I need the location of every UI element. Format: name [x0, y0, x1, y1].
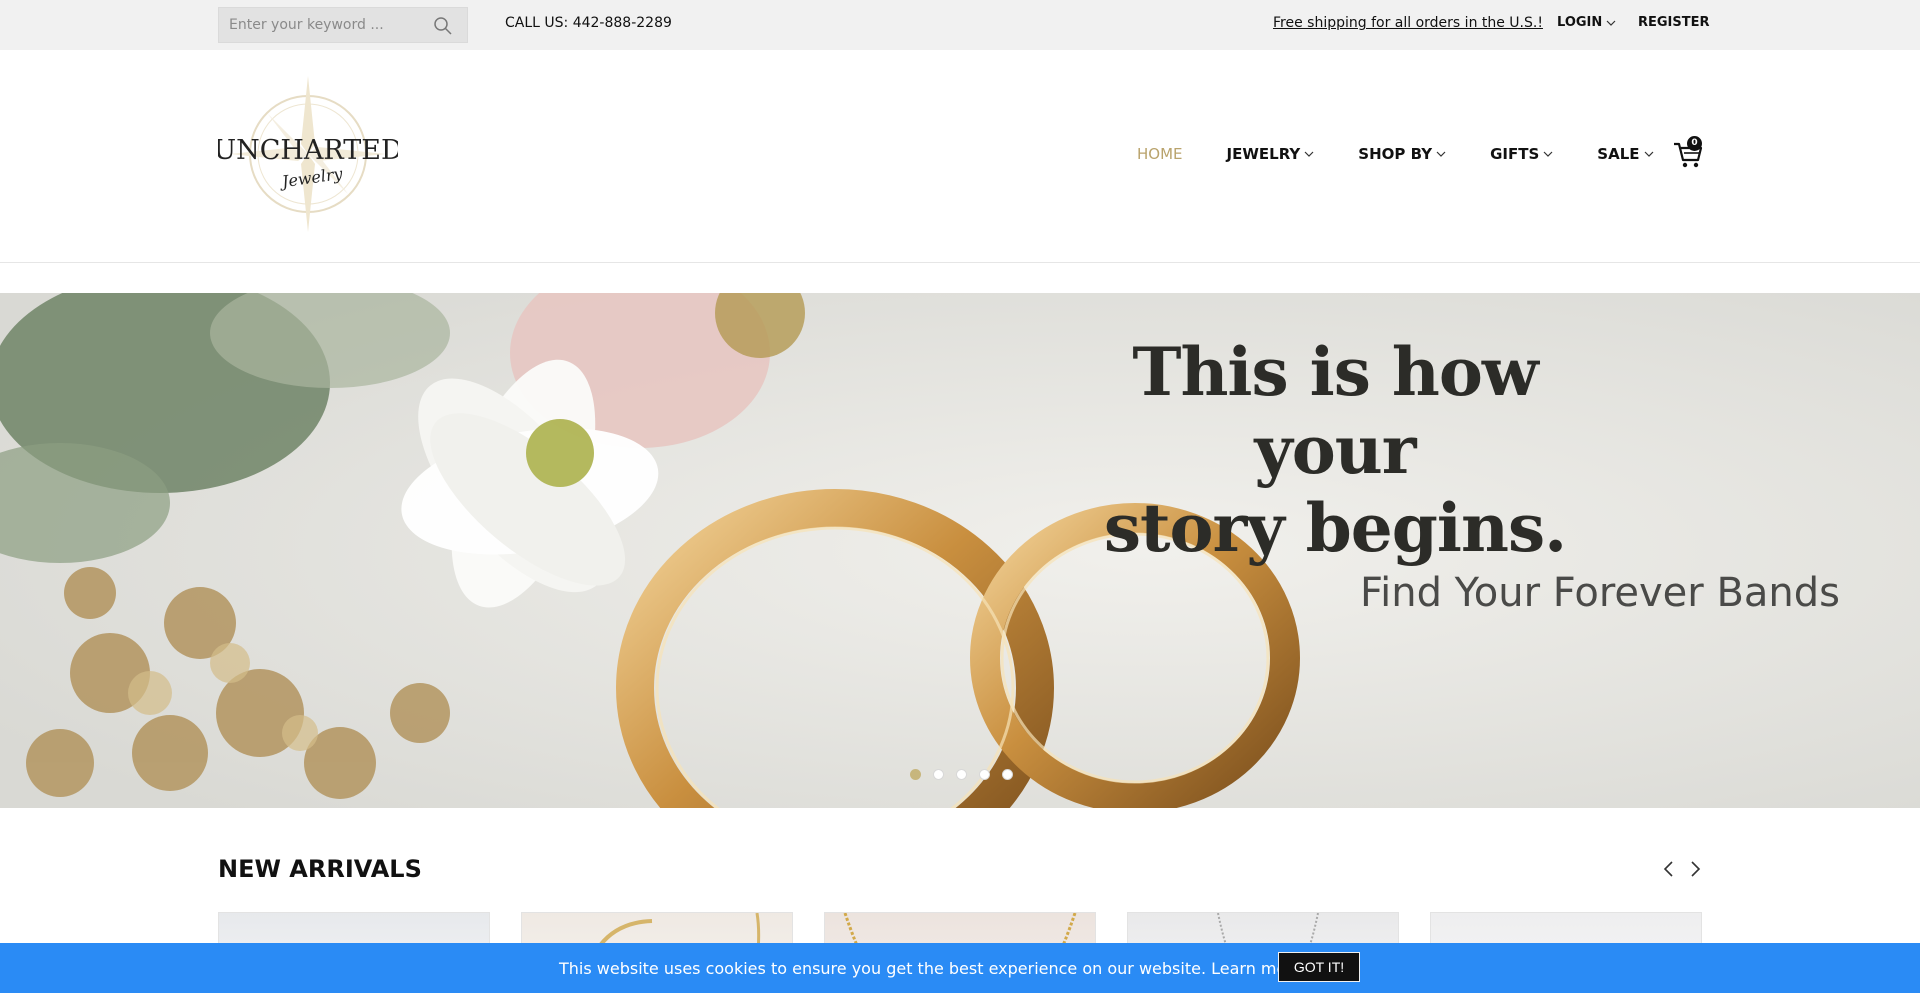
nav-item-home[interactable]: HOME — [1137, 145, 1183, 163]
slider-dot[interactable] — [910, 769, 921, 780]
chevron-down-icon — [1304, 151, 1314, 157]
hero-title-line-2: story begins. — [1103, 489, 1567, 567]
hero-title: This is how your story begins. — [1050, 333, 1620, 567]
search-icon[interactable] — [433, 16, 453, 36]
chevron-left-icon[interactable] — [1660, 860, 1678, 878]
chevron-right-icon[interactable] — [1686, 860, 1704, 878]
new-arrivals-heading: NEW ARRIVALS — [218, 855, 422, 883]
login-label: LOGIN — [1557, 15, 1603, 30]
cart-count-badge: 0 — [1687, 136, 1702, 151]
hero-subtitle: Find Your Forever Bands — [1360, 570, 1840, 616]
nav-item-shop-by[interactable]: SHOP BY — [1358, 145, 1446, 163]
hero-banner[interactable]: This is how your story begins. Find Your… — [0, 293, 1920, 808]
chevron-down-icon — [1436, 151, 1446, 157]
nav-label: JEWELRY — [1226, 145, 1301, 163]
nav-item-sale[interactable]: SALE — [1597, 145, 1653, 163]
search-input[interactable] — [229, 14, 419, 36]
cookie-banner: This website uses cookies to ensure you … — [0, 943, 1920, 993]
chevron-down-icon — [1644, 151, 1653, 157]
nav-label: HOME — [1137, 145, 1183, 163]
login-menu[interactable]: LOGIN — [1557, 15, 1616, 30]
top-bar: CALL US: 442-888-2289 Free shipping for … — [0, 0, 1920, 50]
hero-title-line-1: This is how your — [1132, 333, 1538, 489]
slider-dot[interactable] — [1002, 769, 1013, 780]
slider-dot[interactable] — [956, 769, 967, 780]
nav-item-jewelry[interactable]: JEWELRY — [1227, 145, 1315, 163]
site-logo[interactable]: UNCHARTED Jewelry — [213, 72, 403, 232]
svg-text:UNCHARTED: UNCHARTED — [218, 135, 398, 166]
nav-label: GIFTS — [1490, 145, 1540, 163]
register-link[interactable]: REGISTER — [1638, 15, 1710, 30]
slider-dot[interactable] — [979, 769, 990, 780]
search-box — [218, 7, 468, 43]
chevron-down-icon — [1543, 151, 1553, 157]
cookie-accept-button[interactable]: GOT IT! — [1278, 952, 1360, 982]
cookie-message[interactable]: This website uses cookies to ensure you … — [559, 959, 1302, 978]
nav-label: SHOP BY — [1358, 145, 1433, 163]
nav-item-gifts[interactable]: GIFTS — [1490, 145, 1553, 163]
call-us-text: CALL US: 442-888-2289 — [505, 15, 672, 31]
free-shipping-link[interactable]: Free shipping for all orders in the U.S.… — [1273, 15, 1543, 31]
slider-dot[interactable] — [933, 769, 944, 780]
hero-image — [0, 293, 1920, 808]
main-nav: HOME JEWELRY SHOP BY GIFTS SALE — [1137, 145, 1698, 163]
nav-label: SALE — [1597, 145, 1640, 163]
chevron-down-icon — [1606, 20, 1616, 26]
site-header: UNCHARTED Jewelry HOME JEWELRY SHOP BY G… — [0, 50, 1920, 263]
slider-dots — [910, 769, 1013, 780]
